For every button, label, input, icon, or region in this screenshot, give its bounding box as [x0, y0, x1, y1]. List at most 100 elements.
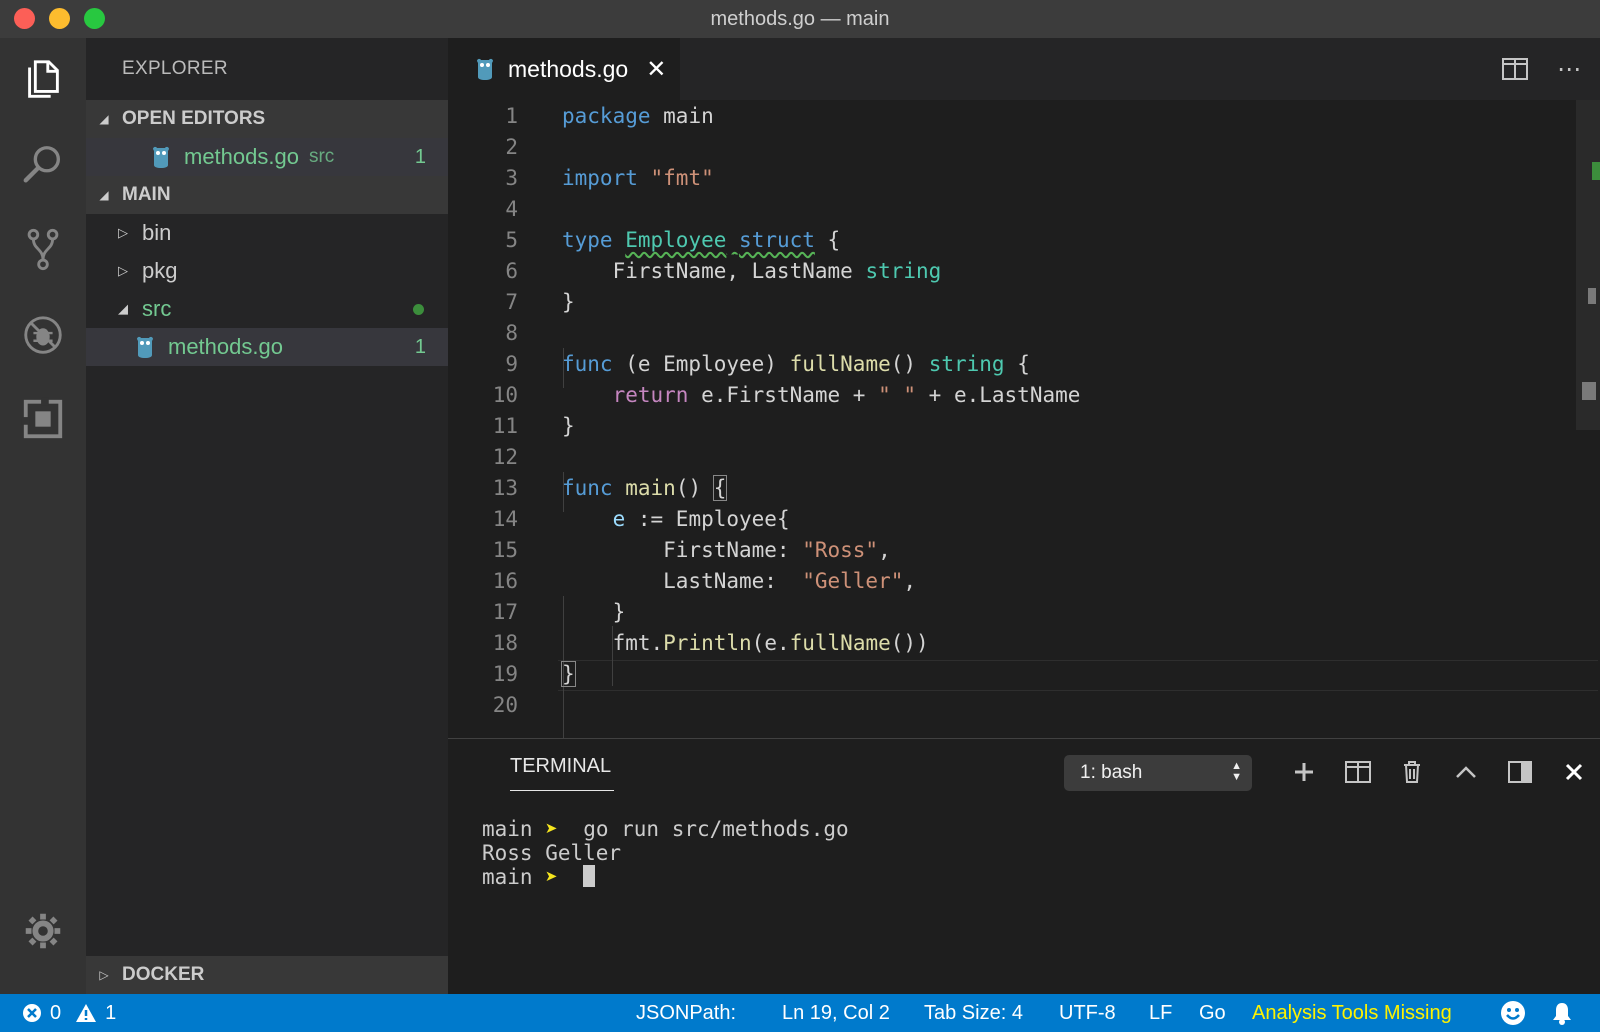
go-gopher-icon	[137, 336, 153, 358]
more-actions-icon[interactable]: ⋯	[1552, 52, 1586, 86]
tab-terminal[interactable]: TERMINAL	[510, 755, 614, 791]
split-editor-icon[interactable]	[1498, 52, 1532, 86]
code-line: }	[561, 660, 576, 687]
warning-count: 1	[105, 1001, 117, 1024]
code-line: }	[562, 413, 575, 438]
editor-scrollbar[interactable]	[1576, 100, 1600, 430]
tree-item-bin[interactable]: ▷ bin	[86, 214, 448, 252]
line-number: 17	[492, 599, 518, 624]
title-bar: methods.go — main	[0, 0, 1600, 38]
code-line: FirstName: "Ross",	[562, 537, 891, 562]
close-panel-icon[interactable]	[1558, 755, 1590, 789]
code-line: type Employee struct {	[562, 227, 841, 252]
code-line: LastName: "Geller",	[562, 568, 917, 593]
code-line: fmt.Println(e.fullName())	[562, 630, 929, 655]
overview-ruler-marker	[1588, 288, 1596, 304]
trash-icon[interactable]	[1396, 755, 1428, 789]
source-control-icon[interactable]	[18, 224, 68, 274]
code-line: package main	[562, 103, 714, 128]
open-editors-label: OPEN EDITORS	[122, 108, 266, 129]
code-line: func (e Employee) fullName() string {	[562, 351, 1030, 376]
line-number: 8	[505, 320, 518, 345]
go-gopher-icon	[477, 58, 493, 80]
chevron-down-icon: ◢	[118, 301, 128, 316]
gear-icon[interactable]	[18, 906, 68, 956]
code-line: func main() {	[562, 474, 728, 501]
status-encoding[interactable]: UTF-8	[1059, 994, 1116, 1032]
code-line: }	[562, 289, 575, 314]
tree-item-src[interactable]: ◢ src	[86, 290, 448, 328]
status-cursor-position[interactable]: Ln 19, Col 2	[782, 994, 890, 1032]
line-number: 15	[492, 537, 518, 562]
new-terminal-icon[interactable]	[1288, 755, 1320, 789]
terminal-select[interactable]: 1: bash ▲ ▼	[1064, 755, 1252, 791]
status-jsonpath[interactable]: JSONPath:	[636, 994, 736, 1032]
toggle-panel-position-icon[interactable]	[1504, 755, 1536, 789]
line-number: 4	[505, 196, 518, 221]
chevron-right-icon: ▷	[118, 225, 128, 240]
tab-methods-go[interactable]: methods.go ✕	[448, 38, 680, 100]
files-icon[interactable]	[18, 54, 68, 104]
chevron-up-icon[interactable]	[1450, 755, 1482, 789]
window-minimize-button[interactable]	[49, 8, 70, 29]
terminal-cursor	[583, 865, 596, 887]
line-number: 11	[492, 413, 518, 438]
overview-ruler-change	[1592, 162, 1600, 180]
window-title: methods.go — main	[710, 7, 890, 30]
code-line: }	[562, 599, 626, 624]
code-line: FirstName, LastName string	[562, 258, 942, 283]
close-icon[interactable]: ✕	[646, 55, 666, 84]
docker-label: DOCKER	[122, 964, 205, 985]
terminal-output[interactable]: main ➤ go run src/methods.go Ross Geller m…	[482, 817, 849, 889]
go-gopher-icon	[153, 146, 169, 168]
open-editor-filename: methods.go	[184, 144, 299, 169]
status-bar: 0 1 JSONPath: Ln 19, Col 2 Tab Size: 4 U…	[0, 994, 1600, 1032]
line-number: 10	[492, 382, 518, 407]
status-language[interactable]: Go	[1199, 994, 1226, 1032]
terminal-line: main ➤ go run src/methods.go	[482, 817, 849, 841]
chevron-right-icon: ▷	[118, 263, 128, 278]
line-number: 1	[505, 103, 518, 128]
code-editor[interactable]: 1 package main 2 3 import "fmt" 4 5 type Em…	[448, 100, 1600, 758]
line-number: 5	[505, 227, 518, 252]
window-close-button[interactable]	[14, 8, 35, 29]
status-eol[interactable]: LF	[1149, 994, 1172, 1032]
line-number: 2	[505, 134, 518, 159]
error-icon	[23, 1004, 41, 1022]
explorer-sidebar: EXPLORER ◢ OPEN EDITORS methods.go src 1…	[86, 38, 448, 994]
open-editor-item[interactable]: methods.go src 1	[86, 138, 448, 176]
workspace-header[interactable]: ◢ MAIN	[86, 176, 448, 214]
chevron-down-icon: ◢	[99, 188, 109, 202]
line-number: 3	[505, 165, 518, 190]
activity-bar	[0, 38, 86, 994]
editor-tab-bar: methods.go ✕ ⋯	[448, 38, 1600, 100]
tree-item-methods-go[interactable]: methods.go 1	[86, 328, 448, 366]
window-maximize-button[interactable]	[84, 8, 105, 29]
search-icon[interactable]	[18, 140, 68, 190]
debug-icon[interactable]	[18, 310, 68, 360]
split-terminal-icon[interactable]	[1342, 755, 1374, 789]
line-number: 12	[492, 444, 518, 469]
folder-label: pkg	[142, 258, 178, 283]
overview-ruler-marker	[1582, 382, 1596, 400]
select-arrows-icon: ▲ ▼	[1231, 760, 1242, 783]
extensions-icon[interactable]	[18, 394, 68, 444]
folder-label: src	[142, 296, 172, 321]
workspace-label: MAIN	[122, 184, 171, 205]
problems-count: 1	[414, 335, 426, 358]
terminal-panel: TERMINAL 1: bash ▲ ▼ main ➤ go run src/me…	[448, 738, 1600, 994]
status-analysis-tools[interactable]: Analysis Tools Missing	[1252, 994, 1452, 1032]
bell-icon[interactable]	[1551, 994, 1573, 1032]
tree-item-pkg[interactable]: ▷ pkg	[86, 252, 448, 290]
docker-header[interactable]: ▷ DOCKER	[86, 956, 448, 994]
line-number: 9	[505, 351, 518, 376]
feedback-smiley-icon[interactable]	[1500, 994, 1526, 1032]
warning-icon	[76, 1004, 97, 1022]
line-number: 16	[492, 568, 518, 593]
problems-status[interactable]: 0 1	[22, 994, 116, 1032]
status-tab-size[interactable]: Tab Size: 4	[924, 994, 1023, 1032]
chevron-down-icon: ◢	[99, 112, 109, 126]
line-number: 13	[492, 475, 518, 500]
open-editors-header[interactable]: ◢ OPEN EDITORS	[86, 100, 448, 138]
chevron-right-icon: ▷	[99, 968, 109, 982]
